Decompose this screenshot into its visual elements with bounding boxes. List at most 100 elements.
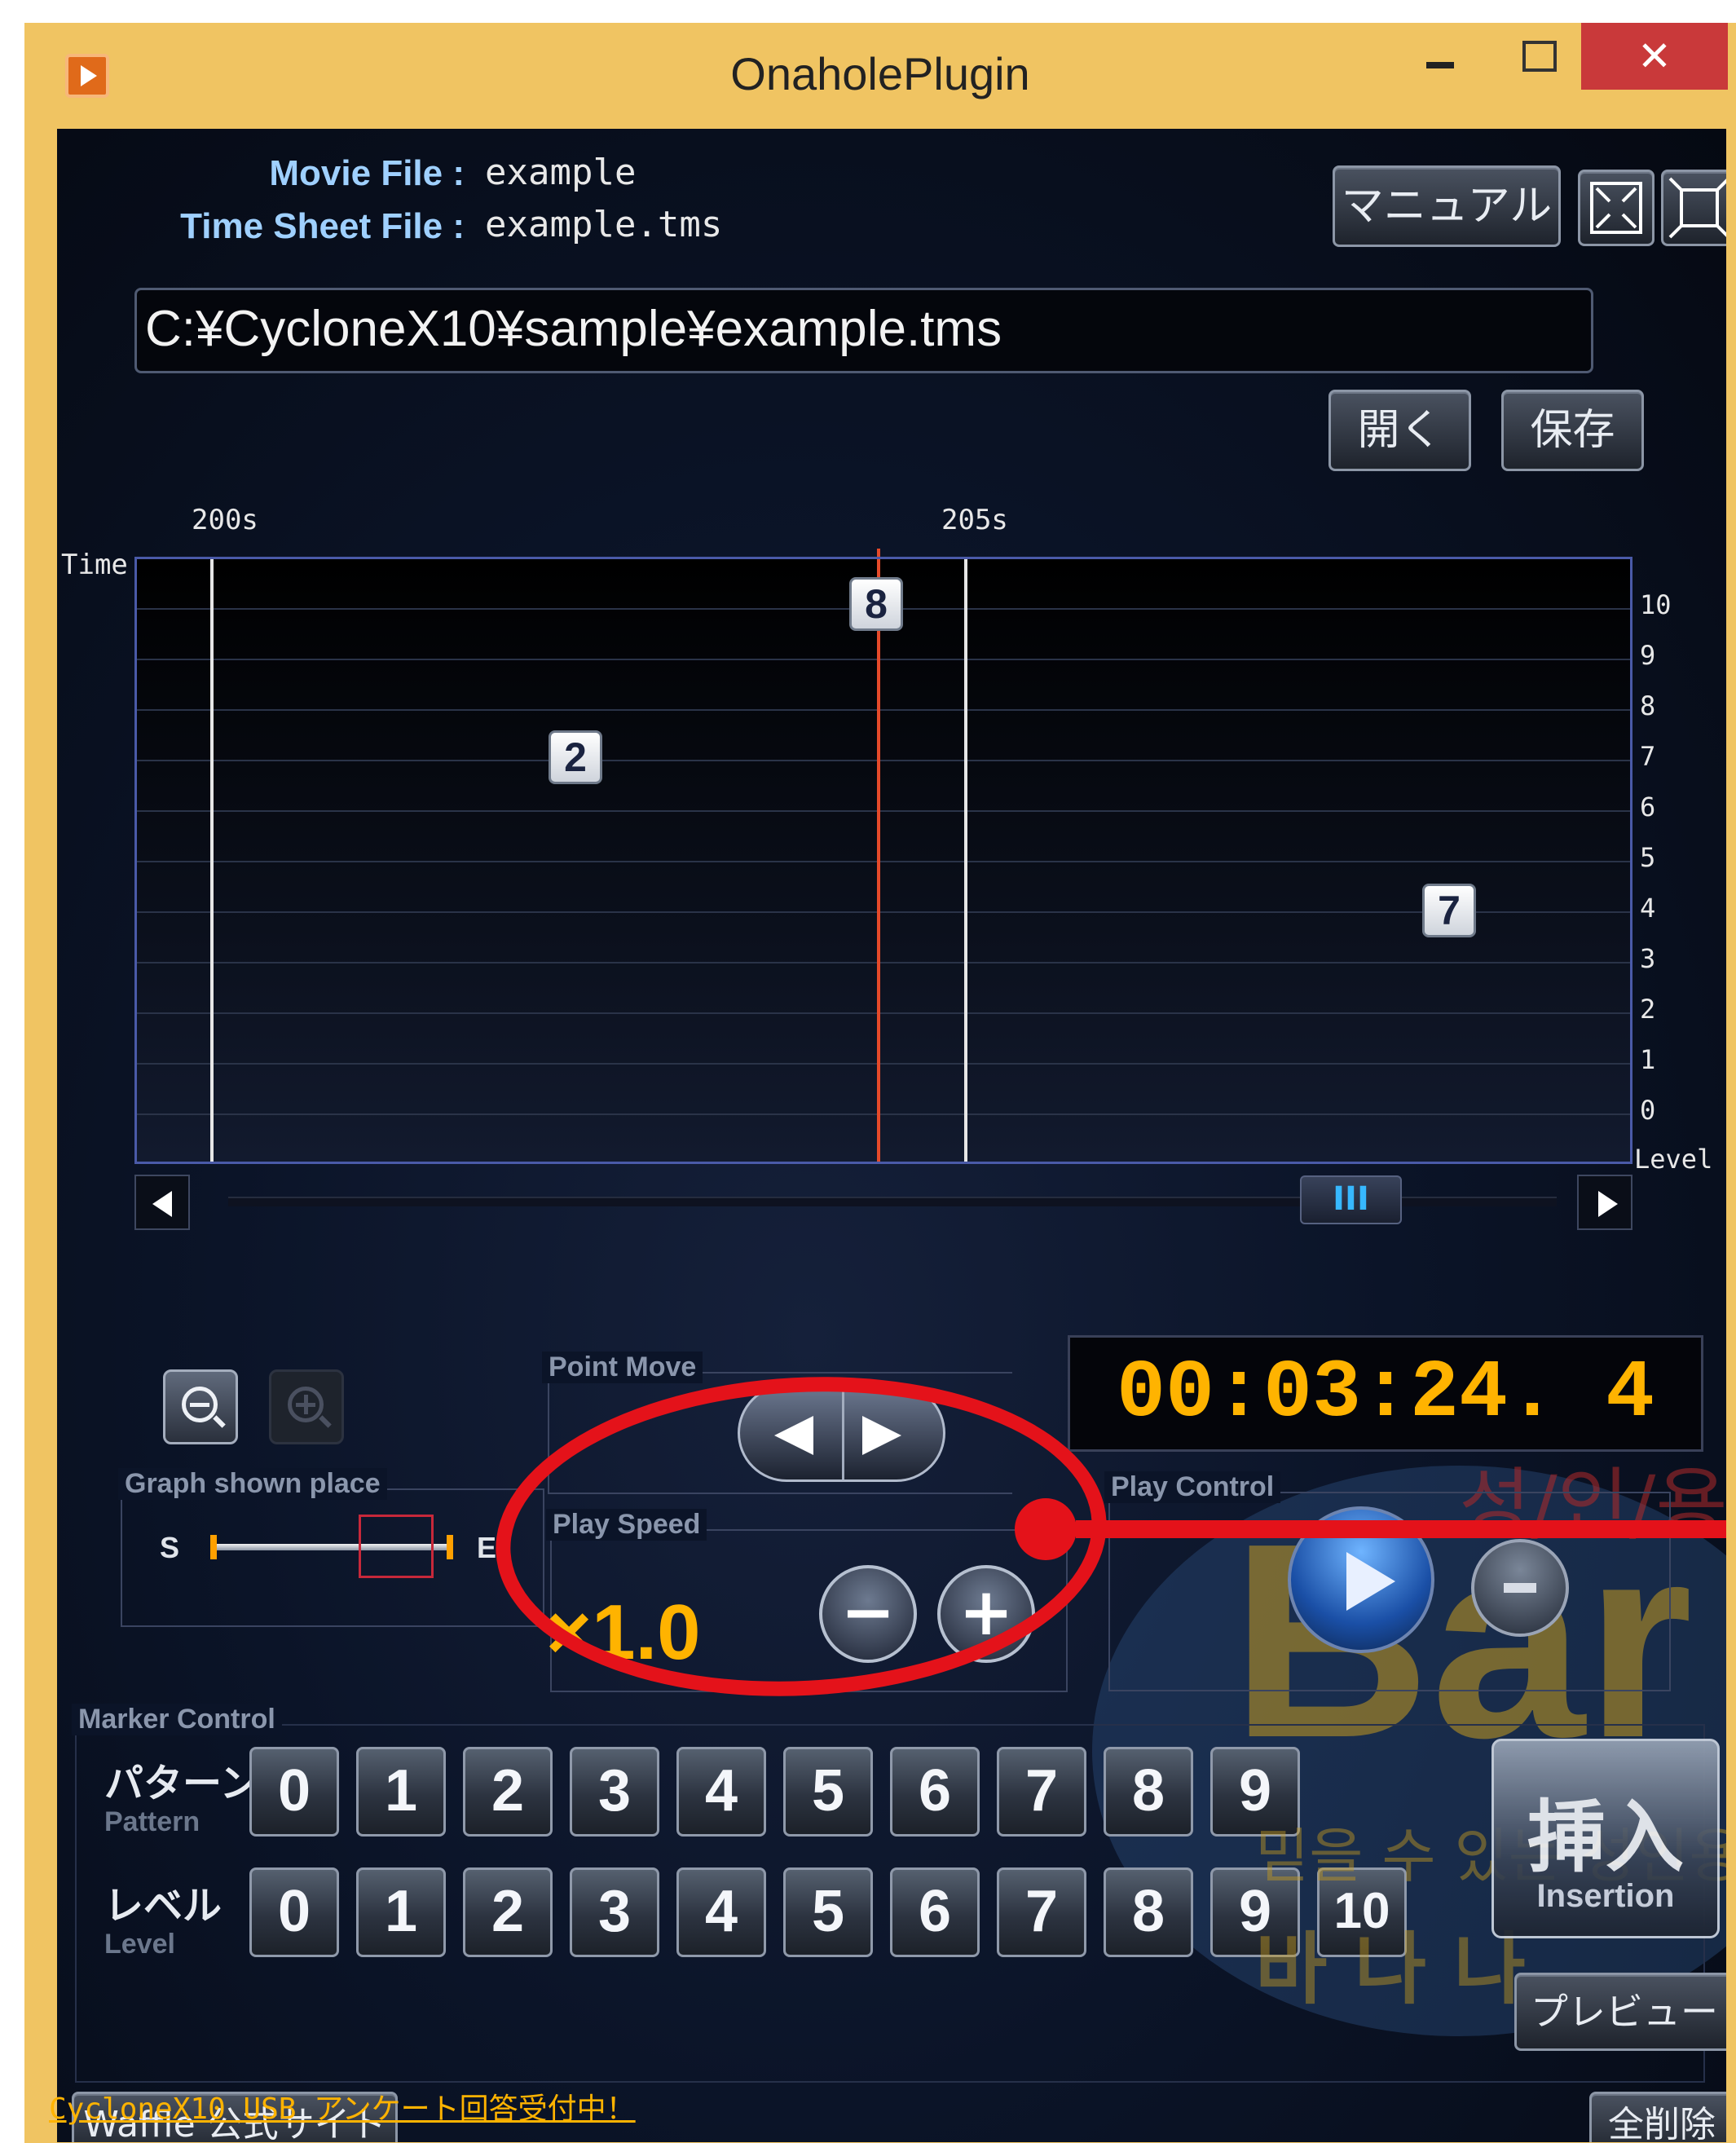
pattern-label-en: Pattern	[104, 1806, 200, 1837]
pattern-button[interactable]: 7	[997, 1747, 1086, 1837]
pattern-button[interactable]: 1	[356, 1747, 446, 1837]
zoom-in-icon-handle	[319, 1415, 332, 1428]
plugin-client-area: Movie File : example Time Sheet File : e…	[57, 129, 1726, 2142]
graph-marker[interactable]: 8	[849, 577, 903, 631]
fit-window-icon[interactable]	[1661, 170, 1726, 246]
app-window: OnaholePlugin ✕ Movie File : example Tim…	[24, 23, 1736, 2143]
level-button[interactable]: 2	[463, 1867, 553, 1957]
scroll-right-button[interactable]	[1577, 1175, 1632, 1230]
level-button[interactable]: 6	[890, 1867, 980, 1957]
level-button[interactable]: 7	[997, 1867, 1086, 1957]
save-button[interactable]: 保存	[1501, 390, 1644, 471]
expand-icon-glyph	[1590, 182, 1642, 234]
level-tick: 9	[1640, 640, 1656, 671]
grid-line	[137, 861, 1630, 862]
grid-line	[137, 810, 1630, 812]
grid-line	[137, 962, 1630, 963]
level-button[interactable]: 4	[676, 1867, 766, 1957]
file-path-field[interactable]: C:¥CycloneX10¥sample¥example.tms	[134, 288, 1593, 373]
level-label-en: Level	[104, 1929, 175, 1960]
watermark-subtext-2: 바 나 나	[1255, 1924, 1526, 2015]
graph-shown-place-title: Graph shown place	[118, 1468, 387, 1500]
graph-scrollbar-thumb[interactable]: III	[1300, 1175, 1402, 1224]
expand-icon[interactable]	[1578, 170, 1654, 246]
scroll-left-button[interactable]	[134, 1175, 190, 1230]
zoom-out-button[interactable]	[163, 1369, 238, 1444]
level-button[interactable]: 5	[783, 1867, 873, 1957]
level-tick: 7	[1640, 741, 1656, 772]
timeline-graph[interactable]: 8 2 7	[134, 557, 1632, 1164]
grid-line	[137, 760, 1630, 761]
survey-link[interactable]: CycloneX10 USB アンケート回答受付中！	[49, 2085, 636, 2128]
timesheet-file-value: example.tms	[485, 204, 723, 245]
level-tick: 10	[1640, 589, 1672, 620]
insert-button-label-en: Insertion	[1536, 1878, 1675, 1914]
annotation-pointer-dot	[1015, 1498, 1077, 1560]
movie-file-value: example	[485, 152, 637, 193]
level-tick: 5	[1640, 842, 1656, 873]
timesheet-file-label: Time Sheet File :	[180, 206, 465, 246]
level-tick: 0	[1640, 1095, 1656, 1126]
manual-button[interactable]: マニュアル	[1333, 165, 1561, 247]
grid-line	[137, 659, 1630, 660]
level-button[interactable]: 0	[249, 1867, 339, 1957]
level-tick: 3	[1640, 943, 1656, 974]
point-move-title: Point Move	[542, 1352, 703, 1383]
pattern-label: パターン	[104, 1761, 259, 1806]
time-axis-label: Time	[61, 549, 128, 581]
graph-range-end-label: E	[477, 1531, 497, 1564]
stop-button[interactable]	[1471, 1539, 1569, 1637]
grid-line	[137, 709, 1630, 711]
grid-line	[137, 1012, 1630, 1014]
level-tick: 6	[1640, 791, 1656, 822]
level-label: レベル	[104, 1883, 223, 1929]
pattern-button[interactable]: 4	[676, 1747, 766, 1837]
fit-window-icon-glyph	[1668, 177, 1726, 239]
pattern-button[interactable]: 6	[890, 1747, 980, 1837]
pattern-button[interactable]: 2	[463, 1747, 553, 1837]
time-tick-200s: 200s	[192, 504, 258, 536]
delete-all-button[interactable]: 全削除	[1589, 2092, 1726, 2142]
play-control-title: Play Control	[1104, 1471, 1281, 1503]
insert-button[interactable]: 挿入 Insertion	[1491, 1739, 1720, 1938]
maximize-button[interactable]	[1500, 23, 1573, 88]
title-bar[interactable]: OnaholePlugin ✕	[24, 23, 1736, 129]
time-display: 00:03:24. 4	[1068, 1335, 1703, 1452]
level-tick: 2	[1640, 994, 1656, 1025]
level-button[interactable]: 1	[356, 1867, 446, 1957]
window-title: OnaholePlugin	[730, 48, 1030, 99]
pattern-button[interactable]: 8	[1104, 1747, 1193, 1837]
graph-range-start-cap[interactable]	[210, 1535, 217, 1559]
preview-button[interactable]: プレビュー	[1514, 1973, 1726, 2051]
time-gridline-200s	[210, 559, 214, 1162]
zoom-in-button[interactable]	[269, 1369, 344, 1444]
grid-line	[137, 1113, 1630, 1115]
level-tick: 8	[1640, 690, 1656, 721]
graph-marker[interactable]: 7	[1422, 884, 1476, 937]
level-button[interactable]: 3	[570, 1867, 659, 1957]
pattern-button[interactable]: 5	[783, 1747, 873, 1837]
insert-button-label: 挿入	[1527, 1792, 1684, 1883]
level-axis-label: Level	[1634, 1144, 1713, 1175]
time-tick-205s: 205s	[941, 504, 1008, 536]
level-tick: 1	[1640, 1044, 1656, 1075]
graph-range-window[interactable]	[359, 1515, 434, 1578]
time-gridline-205s	[964, 559, 967, 1162]
open-button[interactable]: 開く	[1328, 390, 1471, 471]
playhead-line	[877, 559, 880, 1162]
zoom-out-icon-handle	[213, 1415, 226, 1428]
grid-line	[137, 1063, 1630, 1065]
zoom-in-icon-plus	[304, 1395, 308, 1414]
level-tick: 4	[1640, 893, 1656, 924]
movie-file-label: Movie File :	[269, 153, 465, 193]
grid-line	[137, 911, 1630, 913]
pattern-button[interactable]: 3	[570, 1747, 659, 1837]
close-button[interactable]: ✕	[1581, 23, 1728, 90]
graph-range-end-cap[interactable]	[447, 1535, 453, 1559]
marker-control-title: Marker Control	[72, 1704, 282, 1735]
minimize-button[interactable]	[1402, 23, 1475, 88]
level-button[interactable]: 8	[1104, 1867, 1193, 1957]
graph-marker[interactable]: 2	[549, 730, 602, 784]
zoom-out-icon-minus	[190, 1403, 209, 1407]
pattern-button[interactable]: 0	[249, 1747, 339, 1837]
